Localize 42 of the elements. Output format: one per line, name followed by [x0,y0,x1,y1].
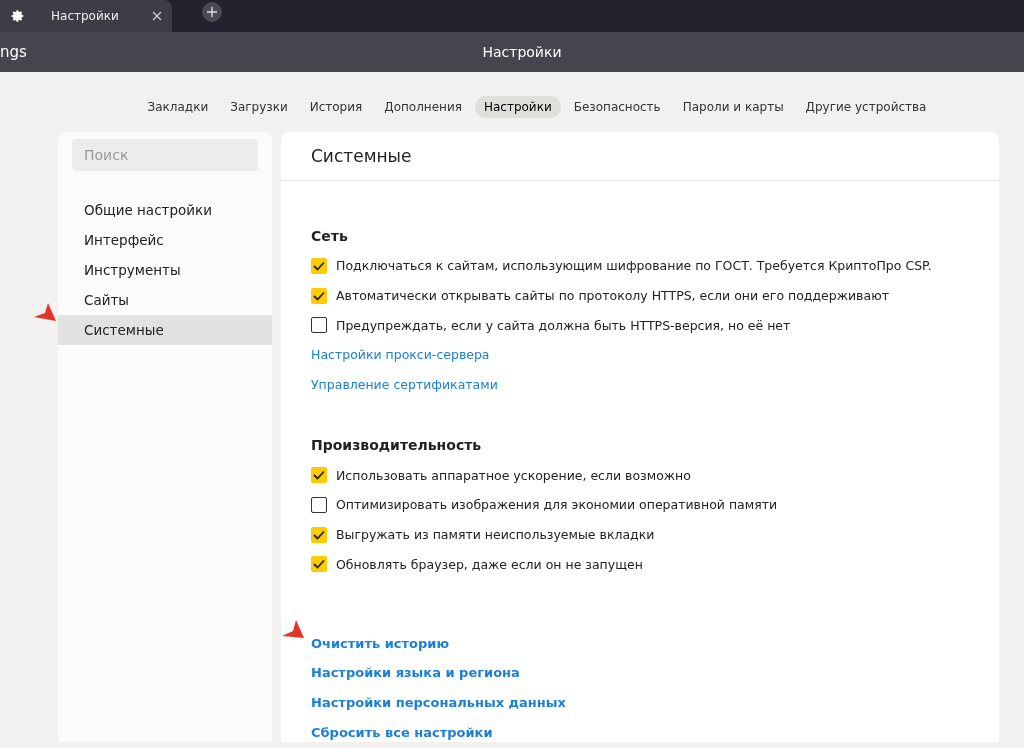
option-label: Использовать аппаратное ускорение, если возможно [336,467,691,483]
plus-icon [207,7,217,17]
panel-title: Системные [311,146,412,166]
settings-link[interactable]: Настройки прокси-сервера [311,347,490,363]
nav-tab[interactable]: Другие устройства [796,96,936,118]
action-link[interactable]: Сбросить все настройки [311,724,493,740]
pointer-arrow-icon [282,620,304,638]
section-heading: Производительность [311,436,483,456]
page-title-fragment: ngs [0,43,27,61]
checkbox[interactable] [311,317,327,334]
nav-tab[interactable]: История [300,96,372,118]
gear-icon [11,9,25,23]
tab-title: Настройки [51,9,120,23]
option-label: Предупреждать, если у сайта должна быть HTTPS-версия, но её нет [336,317,791,333]
window-title: Настройки [482,44,562,60]
action-link[interactable]: Настройки персональных данных [311,694,566,710]
sidebar-item[interactable]: Системные [58,315,272,345]
option-label: Автоматически открывать сайты по протоколу HTTPS, если они его поддерживают [336,288,889,304]
search-field[interactable]: Поиск [72,139,258,171]
nav-tab[interactable]: Загрузки [221,96,297,118]
nav-tab[interactable]: Закладки [138,96,218,118]
option-label: Обновлять браузер, даже если он не запущен [336,556,643,572]
new-tab-button[interactable] [202,2,222,22]
section-heading: Сеть [311,227,349,246]
action-link[interactable]: Настройки языка и региона [311,665,520,681]
sidebar-item[interactable]: Сайты [58,285,272,315]
sidebar-item[interactable]: Общие настройки [58,195,272,225]
checkbox[interactable] [311,496,327,513]
nav-tab[interactable]: Настройки [474,96,561,118]
nav-tab[interactable]: Пароли и карты [673,96,793,118]
close-icon[interactable] [152,11,162,21]
option-label: Выгружать из памяти неиспользуемые вкладки [336,527,655,543]
sidebar-item[interactable]: Интерфейс [58,225,272,255]
pointer-arrow-icon [34,303,56,321]
settings-link[interactable]: Управление сертификатами [311,377,498,393]
option-label: Оптимизировать изображения для экономии оперативной памяти [336,497,778,513]
action-link[interactable]: Очистить историю [311,635,450,651]
browser-tab[interactable]: Настройки [0,0,172,32]
option-label: Подключаться к сайтам, использующим шифрование по ГОСТ. Требуется КриптоПро CSP. [336,258,932,274]
nav-tab[interactable]: Дополнения [375,96,471,118]
nav-tab[interactable]: Безопасность [564,96,670,118]
sidebar-item[interactable]: Инструменты [58,255,272,285]
